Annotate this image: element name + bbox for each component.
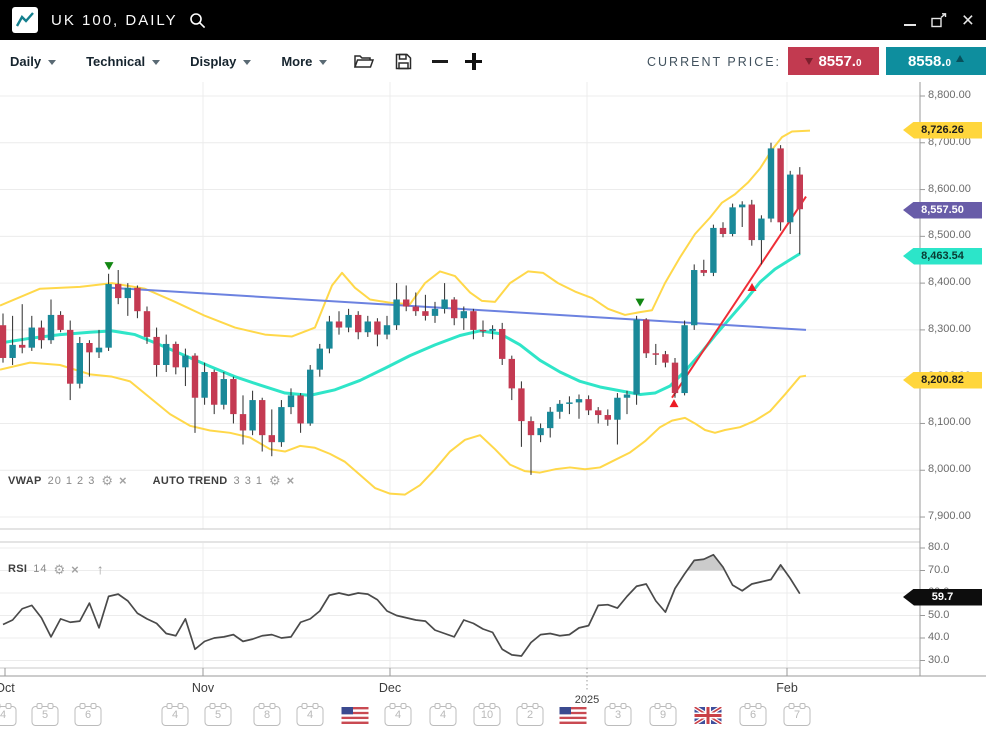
price-axis-label: 8,400.00 [928, 276, 971, 288]
sell-price-button[interactable]: 8557.0 [788, 47, 879, 75]
menu-display[interactable]: Display [190, 54, 251, 69]
vwap-indicator-params: 20 1 2 3 [48, 475, 96, 487]
rsi-indicator-label: RSI [8, 563, 27, 575]
trading-app-window: UK 100, DAILY × Daily Technical Display … [0, 0, 986, 730]
chevron-down-icon [243, 60, 251, 65]
us-flag-icon[interactable] [560, 707, 587, 729]
price-tag: 59.7 [903, 589, 982, 606]
price-axis-label: 8,300.00 [928, 323, 971, 335]
calendar-event-icon[interactable]: 10 [474, 706, 501, 726]
calendar-event-icon[interactable]: 3 [605, 706, 632, 726]
rsi-indicator-params: 14 [33, 563, 47, 575]
autotrend-remove-icon[interactable]: × [287, 474, 295, 487]
current-price-label: CURRENT PRICE: [647, 55, 781, 69]
calendar-event-icon[interactable]: 8 [254, 706, 281, 726]
minimize-icon[interactable] [904, 24, 916, 26]
chevron-down-icon [152, 60, 160, 65]
chart-canvas[interactable] [0, 82, 986, 730]
window-controls: × [904, 0, 974, 40]
buy-price-button[interactable]: 8558.0 [886, 47, 986, 75]
calendar-event-icon[interactable]: 2 [517, 706, 544, 726]
rsi-pane-indicator-row: RSI 14 ⚙ × ↑ [8, 561, 104, 577]
calendar-event-icon[interactable]: 9 [650, 706, 677, 726]
month-axis-label: Nov [192, 681, 214, 695]
price-tag: 8,726.26 [903, 122, 982, 139]
calendar-event-icon[interactable]: 6 [740, 706, 767, 726]
save-icon[interactable] [395, 53, 412, 70]
chevron-down-icon [48, 60, 56, 65]
price-axis-label: 8,600.00 [928, 183, 971, 195]
price-tag: 8,200.82 [903, 372, 982, 389]
year-axis-label: 2025 [575, 694, 599, 706]
app-logo-icon [12, 7, 38, 33]
top-bar: UK 100, DAILY × [0, 0, 986, 40]
menu-more[interactable]: More [281, 54, 327, 69]
menu-more-label: More [281, 54, 312, 69]
calendar-event-icon[interactable]: 4 [297, 706, 324, 726]
zoom-out-icon[interactable] [432, 60, 448, 63]
calendar-event-icon[interactable]: 4 [0, 706, 17, 726]
price-axis-label: 7,900.00 [928, 510, 971, 522]
price-axis-label: 8,000.00 [928, 463, 971, 475]
month-axis-label: Dec [379, 681, 401, 695]
us-flag-icon[interactable] [342, 707, 369, 729]
search-icon[interactable] [189, 12, 206, 29]
vwap-remove-icon[interactable]: × [119, 474, 127, 487]
calendar-event-icon[interactable]: 7 [784, 706, 811, 726]
rsi-remove-icon[interactable]: × [71, 563, 79, 576]
menu-display-label: Display [190, 54, 236, 69]
rsi-axis-label: 70.0 [928, 564, 949, 576]
calendar-event-icon[interactable]: 4 [385, 706, 412, 726]
price-up-arrow-icon [956, 55, 964, 62]
autotrend-settings-gear-icon[interactable]: ⚙ [269, 474, 281, 487]
uk-flag-icon[interactable] [695, 707, 722, 729]
zoom-in-icon[interactable] [465, 53, 482, 70]
rsi-settings-gear-icon[interactable]: ⚙ [54, 563, 66, 576]
month-axis-label: Feb [776, 681, 798, 695]
autotrend-indicator-params: 3 3 1 [234, 475, 263, 487]
price-tag: 8,557.50 [903, 202, 982, 219]
price-axis-label: 8,500.00 [928, 229, 971, 241]
rsi-axis-label: 50.0 [928, 609, 949, 621]
rsi-move-up-icon[interactable]: ↑ [97, 561, 104, 577]
calendar-event-icon[interactable]: 5 [205, 706, 232, 726]
chevron-down-icon [319, 60, 327, 65]
main-pane-indicator-row: VWAP 20 1 2 3 ⚙ × AUTO TREND 3 3 1 ⚙ × [8, 474, 294, 487]
vwap-settings-gear-icon[interactable]: ⚙ [101, 474, 113, 487]
popout-icon[interactable] [931, 13, 947, 28]
close-icon[interactable]: × [962, 10, 974, 31]
instrument-title: UK 100, DAILY [51, 12, 178, 29]
calendar-event-icon[interactable]: 4 [430, 706, 457, 726]
menu-technical-label: Technical [86, 54, 145, 69]
open-folder-icon[interactable] [354, 54, 374, 69]
price-tag: 8,463.54 [903, 248, 982, 265]
calendar-event-icon[interactable]: 4 [162, 706, 189, 726]
vwap-indicator-label: VWAP [8, 475, 42, 487]
price-axis-label: 8,800.00 [928, 89, 971, 101]
rsi-axis-label: 40.0 [928, 631, 949, 643]
month-axis-label: Oct [0, 681, 15, 695]
autotrend-indicator-label: AUTO TREND [153, 475, 228, 487]
menu-timeframe[interactable]: Daily [10, 54, 56, 69]
ask-price: 8558. [908, 53, 946, 70]
rsi-axis-label: 80.0 [928, 541, 949, 553]
rsi-axis-label: 30.0 [928, 654, 949, 666]
price-axis-label: 8,100.00 [928, 416, 971, 428]
calendar-event-icon[interactable]: 5 [32, 706, 59, 726]
price-down-arrow-icon [805, 58, 813, 65]
calendar-event-icon[interactable]: 6 [75, 706, 102, 726]
menu-technical[interactable]: Technical [86, 54, 160, 69]
bid-price: 8557. [818, 53, 856, 70]
menu-timeframe-label: Daily [10, 54, 41, 69]
